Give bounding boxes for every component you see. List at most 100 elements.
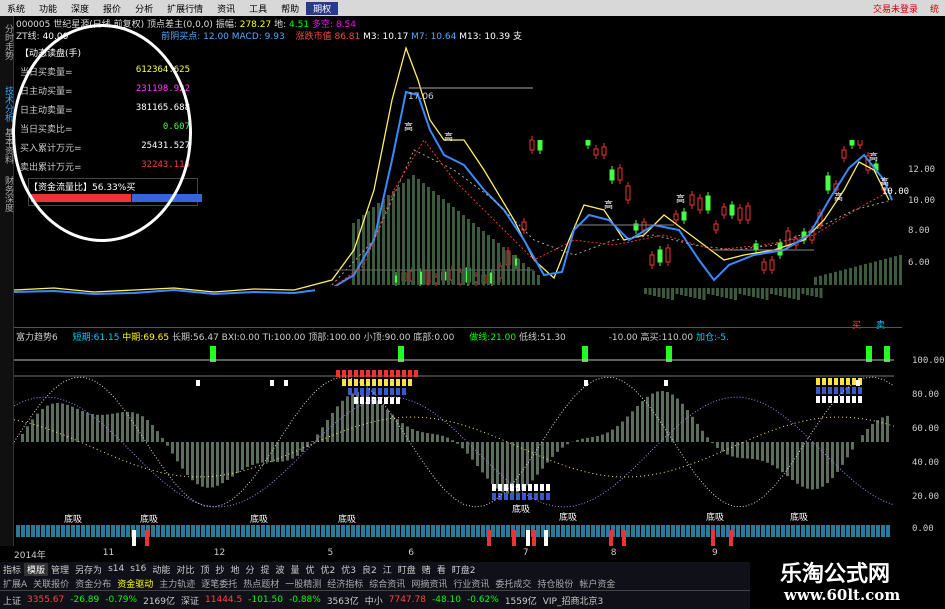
extension-tab-5[interactable]: 逐笔委托 — [198, 577, 240, 590]
ind-stack-block — [366, 397, 370, 404]
extension-tab-9[interactable]: 综合资讯 — [366, 577, 408, 590]
extension-tab-3[interactable]: 资金驱动 — [114, 577, 156, 590]
ind-bar — [541, 442, 544, 469]
ind-strip-bar — [771, 525, 775, 537]
ind-strip-bar — [286, 525, 290, 537]
indicator-tab-23[interactable]: 盯盘2 — [449, 563, 479, 576]
menu-item-7[interactable]: 工具 — [242, 2, 274, 15]
indicator-tab-11[interactable]: 分 — [242, 563, 257, 576]
menu-right: 交易未登录统 — [867, 2, 945, 15]
menu-item-3[interactable]: 报价 — [96, 2, 128, 15]
ind-strip-bar — [496, 525, 500, 537]
indicator-tab-14[interactable]: 量 — [288, 563, 303, 576]
volume-bar — [839, 270, 842, 285]
indicator-chart[interactable]: 底吸 底吸 底吸 底吸底吸底吸 底吸 底吸 — [14, 342, 902, 546]
indicator-tab-13[interactable]: 波 — [272, 563, 287, 576]
black-mask-middle — [315, 286, 628, 326]
menu-item-4[interactable]: 分析 — [128, 2, 160, 15]
volume-bar-neg — [666, 288, 670, 299]
volume-bar — [472, 223, 475, 285]
menu-item-9[interactable]: 期权 — [306, 1, 339, 15]
side-tab-3[interactable]: 财务深度 — [1, 176, 13, 212]
indicator-tab-9[interactable]: 抄 — [212, 563, 227, 576]
volume-bar — [432, 191, 435, 285]
menu-item-2[interactable]: 深度 — [64, 2, 96, 15]
ind-stack-block — [372, 379, 376, 386]
ind-bar — [686, 409, 689, 442]
indicator-tab-1[interactable]: 模版 — [24, 562, 49, 576]
indicator-tab-3[interactable]: 另存为 — [72, 563, 105, 576]
extension-tab-0[interactable]: 扩展A — [0, 577, 30, 590]
ind-stack-block — [342, 370, 346, 377]
extension-tab-2[interactable]: 资金分布 — [72, 577, 114, 590]
ind-bar — [551, 442, 554, 457]
ind-strip-bar — [416, 525, 420, 537]
side-tab-1[interactable]: 技术分析 — [1, 86, 13, 122]
indicator-tab-10[interactable]: 地 — [227, 563, 242, 576]
ind-strip-bar — [816, 525, 820, 537]
indicator-tab-2[interactable]: 管理 — [48, 563, 72, 576]
indicator-tab-22[interactable]: 看 — [434, 563, 449, 576]
volume-bar — [417, 179, 420, 285]
indicator-tab-21[interactable]: 赌 — [419, 563, 434, 576]
candle-body — [665, 247, 671, 263]
volume-bar-neg — [648, 288, 652, 295]
ind-bar — [881, 417, 884, 442]
ind-bar — [461, 442, 464, 449]
ind-bar — [661, 390, 664, 442]
menu-item-5[interactable]: 扩展行情 — [160, 2, 210, 15]
menu-right-item-1[interactable]: 统 — [924, 2, 945, 15]
extension-tab-4[interactable]: 主力轨迹 — [156, 577, 198, 590]
indicator-tab-15[interactable]: 优 — [303, 563, 318, 576]
indicator-tab-17[interactable]: 优3 — [338, 563, 359, 576]
extension-tab-1[interactable]: 关联报价 — [30, 577, 72, 590]
indicator-tab-19[interactable]: 江 — [380, 563, 395, 576]
menu-right-item-0[interactable]: 交易未登录 — [867, 2, 924, 15]
extension-tab-11[interactable]: 行业资讯 — [450, 577, 492, 590]
indicator-tab-7[interactable]: 对比 — [173, 563, 197, 576]
ind-bar — [671, 394, 674, 442]
extension-tab-14[interactable]: 帐户资金 — [576, 577, 618, 590]
ind-strip-bar — [256, 525, 260, 537]
ind-strip-bar — [881, 525, 885, 537]
volume-bar — [412, 175, 415, 285]
ind-stack-block-right — [858, 396, 862, 403]
ind-stack-block-right — [816, 378, 820, 385]
indicator-tab-12[interactable]: 提 — [257, 563, 272, 576]
ind-bar — [561, 442, 564, 448]
volume-bar-neg — [698, 288, 701, 299]
extension-tab-10[interactable]: 网摘资讯 — [408, 577, 450, 590]
ind-strip-bar — [691, 525, 695, 537]
ind-strip-bar — [51, 525, 55, 537]
extension-tab-8[interactable]: 经济指标 — [324, 577, 366, 590]
status-item-3: -0.79% — [105, 595, 138, 605]
ind-stack-block-right — [840, 378, 844, 385]
indicator-tab-4[interactable]: s14 — [105, 564, 127, 574]
menu-item-0[interactable]: 系统 — [0, 2, 32, 15]
indicator-tab-20[interactable]: 盯盘 — [395, 563, 419, 576]
side-tab-0[interactable]: 分时走势 — [1, 24, 13, 60]
ind-strip-bar — [491, 525, 495, 537]
indicator-tab-0[interactable]: 指标 — [0, 563, 24, 576]
menu-item-6[interactable]: 资讯 — [210, 2, 242, 15]
indicator-tab-6[interactable]: 动能 — [149, 563, 173, 576]
indicator-tab-5[interactable]: s16 — [127, 564, 149, 574]
extension-tab-12[interactable]: 委托成交 — [492, 577, 534, 590]
ind-bar — [471, 442, 474, 460]
ind-bar — [556, 442, 559, 452]
status-item-13: -0.62% — [466, 595, 499, 605]
indicator-tab-18[interactable]: 良2 — [359, 563, 380, 576]
ind-bar — [106, 414, 109, 442]
ind-bar — [496, 442, 499, 489]
indicator-tab-16[interactable]: 优2 — [318, 563, 339, 576]
menu-item-1[interactable]: 功能 — [32, 2, 64, 15]
extension-tab-13[interactable]: 持仓股份 — [534, 577, 576, 590]
menu-item-8[interactable]: 帮助 — [274, 2, 306, 15]
ind-strip-bar — [16, 525, 20, 537]
ind-strip-bar — [821, 525, 825, 537]
ind-strip-bar — [396, 525, 400, 537]
ind-stack-block — [348, 370, 352, 377]
indicator-tab-8[interactable]: 顶 — [197, 563, 212, 576]
extension-tab-6[interactable]: 热点题材 — [240, 577, 282, 590]
extension-tab-7[interactable]: 一股精测 — [282, 577, 324, 590]
